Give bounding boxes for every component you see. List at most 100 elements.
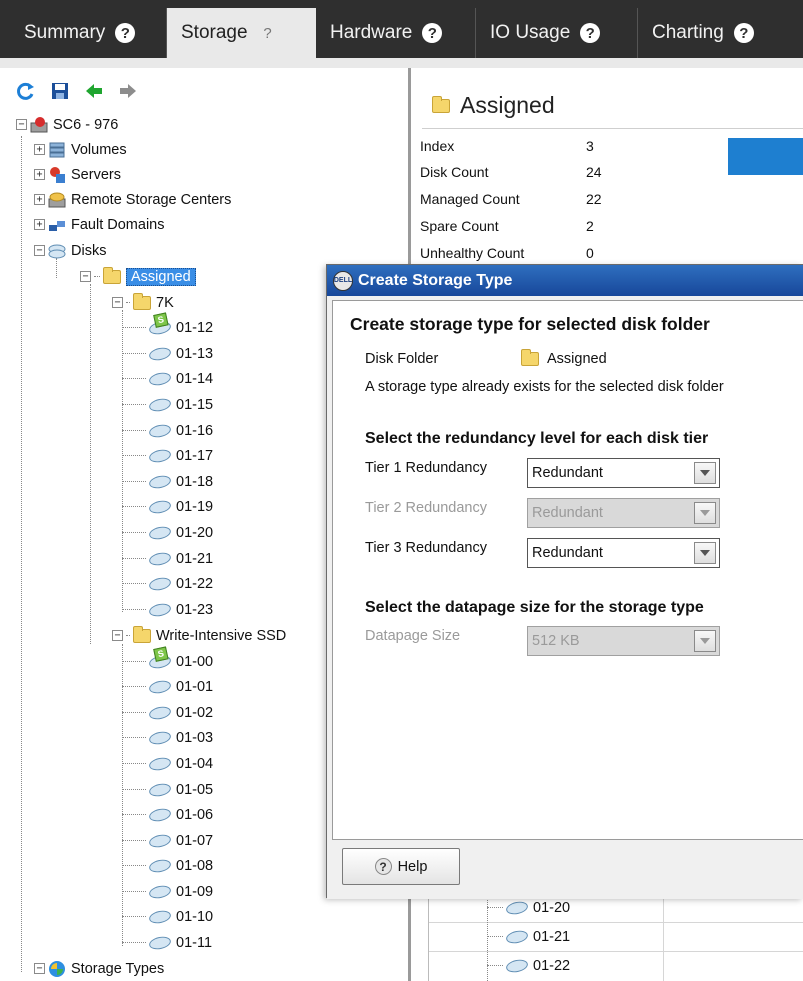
collapse-icon[interactable]: − bbox=[34, 963, 45, 974]
tree-disk-item[interactable]: 01-07 bbox=[122, 828, 213, 853]
disk-icon bbox=[147, 498, 173, 515]
tab-summary[interactable]: Summary ? bbox=[10, 8, 167, 58]
tree-disk-item[interactable]: S 01-12 bbox=[122, 311, 214, 340]
refresh-icon[interactable] bbox=[16, 81, 36, 101]
tree-disk-item[interactable]: 01-16 bbox=[122, 418, 213, 443]
tier3-redundancy-select[interactable]: Redundant bbox=[527, 538, 720, 568]
prop-label: Disk Count bbox=[420, 164, 489, 180]
tree-disk-item[interactable]: 01-08 bbox=[122, 853, 213, 878]
main-tab-bar: Summary ? Storage ? Hardware ? IO Usage … bbox=[0, 0, 803, 58]
tree-connector bbox=[122, 737, 146, 738]
tree-disk-item[interactable]: S 01-00 bbox=[122, 645, 214, 674]
tab-charting[interactable]: Charting ? bbox=[638, 8, 803, 58]
prop-label: Spare Count bbox=[420, 218, 499, 234]
folder-icon bbox=[133, 292, 151, 310]
tab-io-usage[interactable]: IO Usage ? bbox=[476, 8, 638, 58]
disk-label: 01-12 bbox=[176, 319, 214, 336]
tree-node-write-intensive-ssd[interactable]: − Write-Intensive SSD bbox=[112, 623, 286, 648]
help-button[interactable]: ? Help bbox=[342, 848, 460, 885]
tree-disk-item[interactable]: 01-04 bbox=[122, 751, 213, 776]
grid-disk-item[interactable]: 01-21 bbox=[487, 924, 570, 949]
grid-disk-item[interactable]: 01-22 bbox=[487, 953, 570, 978]
grid-line bbox=[429, 922, 803, 923]
expand-icon[interactable]: + bbox=[34, 169, 45, 180]
disk-label: 01-14 bbox=[176, 370, 214, 387]
tree-disk-item[interactable]: 01-11 bbox=[122, 930, 212, 955]
disk-grid: 01-20 01-21 01-22 bbox=[428, 893, 803, 981]
tree-node-disks[interactable]: − Disks bbox=[34, 238, 106, 263]
tree-disk-item[interactable]: 01-18 bbox=[122, 469, 213, 494]
fault-domains-icon bbox=[48, 216, 66, 234]
tier3-value: Redundant bbox=[532, 545, 603, 561]
collapse-icon[interactable]: − bbox=[112, 630, 123, 641]
remote-storage-icon bbox=[48, 191, 66, 209]
back-arrow-icon[interactable] bbox=[84, 81, 104, 101]
tree-disk-item[interactable]: 01-02 bbox=[122, 700, 213, 725]
help-icon[interactable]: ? bbox=[422, 23, 443, 43]
tree-disk-item[interactable]: 01-22 bbox=[122, 571, 213, 596]
collapse-icon[interactable]: − bbox=[112, 297, 123, 308]
expand-icon[interactable]: + bbox=[34, 194, 45, 205]
tree-disk-item[interactable]: 01-05 bbox=[122, 777, 213, 802]
tree-connector bbox=[122, 942, 146, 943]
dialog-title-bar[interactable]: DELL Create Storage Type bbox=[327, 265, 803, 296]
disk-label: 01-00 bbox=[176, 653, 214, 670]
tree-disk-item[interactable]: 01-21 bbox=[122, 546, 213, 571]
disk-label: 01-13 bbox=[176, 345, 214, 362]
dropdown-arrow-icon[interactable] bbox=[694, 462, 716, 484]
tab-hardware[interactable]: Hardware ? bbox=[316, 8, 476, 58]
tree-node-7k[interactable]: − 7K bbox=[112, 290, 174, 315]
disk-label: 01-08 bbox=[176, 857, 214, 874]
tree-disk-item[interactable]: 01-19 bbox=[122, 494, 213, 519]
dropdown-arrow-icon[interactable] bbox=[694, 542, 716, 564]
tree-node-remote-storage-centers[interactable]: + Remote Storage Centers bbox=[34, 187, 231, 212]
tree-disk-item[interactable]: 01-10 bbox=[122, 904, 213, 929]
tree-node-volumes[interactable]: + Volumes bbox=[34, 137, 127, 162]
collapse-icon[interactable]: − bbox=[80, 271, 91, 282]
disk-label: 01-03 bbox=[176, 729, 214, 746]
tree-node-storage-types[interactable]: − Storage Types bbox=[34, 956, 164, 981]
help-icon[interactable]: ? bbox=[115, 23, 136, 43]
dialog-title: Create Storage Type bbox=[358, 271, 513, 289]
disks-icon bbox=[48, 242, 66, 260]
tree-disk-item[interactable]: 01-23 bbox=[122, 597, 213, 622]
tree-disk-item[interactable]: 01-03 bbox=[122, 725, 213, 750]
tree-disk-item[interactable]: 01-15 bbox=[122, 392, 213, 417]
tree-node-servers[interactable]: + Servers bbox=[34, 162, 121, 187]
disk-label: 01-16 bbox=[176, 422, 214, 439]
dialog-heading: Create storage type for selected disk fo… bbox=[350, 314, 710, 334]
save-icon[interactable] bbox=[50, 81, 70, 101]
tab-storage-label: Storage bbox=[181, 22, 248, 43]
tree-disk-item[interactable]: 01-17 bbox=[122, 443, 213, 468]
help-icon[interactable]: ? bbox=[257, 23, 278, 43]
tree-connector bbox=[122, 763, 146, 764]
tree-disk-item[interactable]: 01-20 bbox=[122, 520, 213, 545]
tab-bar-underline bbox=[0, 58, 803, 68]
expand-icon[interactable]: + bbox=[34, 219, 45, 230]
tree-disk-item[interactable]: 01-01 bbox=[122, 674, 213, 699]
collapse-icon[interactable]: − bbox=[34, 245, 45, 256]
tree-node-fault-domains[interactable]: + Fault Domains bbox=[34, 212, 164, 237]
tree-connector bbox=[122, 712, 146, 713]
tree-node-root[interactable]: − SC6 - 976 bbox=[16, 112, 118, 137]
servers-icon bbox=[48, 166, 66, 184]
tree-disk-item[interactable]: 01-09 bbox=[122, 879, 213, 904]
tree-node-assigned[interactable]: − Assigned bbox=[80, 264, 196, 289]
disk-icon bbox=[147, 370, 173, 387]
disk-label: 01-11 bbox=[176, 934, 213, 951]
forward-arrow-icon[interactable] bbox=[118, 81, 138, 101]
tree-connector bbox=[122, 481, 146, 482]
tree-node-label: Assigned bbox=[126, 267, 196, 286]
tier1-redundancy-select[interactable]: Redundant bbox=[527, 458, 720, 488]
help-icon[interactable]: ? bbox=[733, 23, 754, 43]
tree-disk-item[interactable]: 01-13 bbox=[122, 341, 213, 366]
tab-storage[interactable]: Storage ? bbox=[167, 8, 316, 58]
tree-disk-item[interactable]: 01-06 bbox=[122, 802, 213, 827]
expand-icon[interactable]: + bbox=[34, 144, 45, 155]
disk-label: 01-20 bbox=[176, 524, 214, 541]
tree-disk-item[interactable]: 01-14 bbox=[122, 366, 213, 391]
tree-connector bbox=[122, 583, 146, 584]
disk-label: 01-21 bbox=[176, 550, 214, 567]
collapse-icon[interactable]: − bbox=[16, 119, 27, 130]
help-icon[interactable]: ? bbox=[580, 23, 601, 43]
